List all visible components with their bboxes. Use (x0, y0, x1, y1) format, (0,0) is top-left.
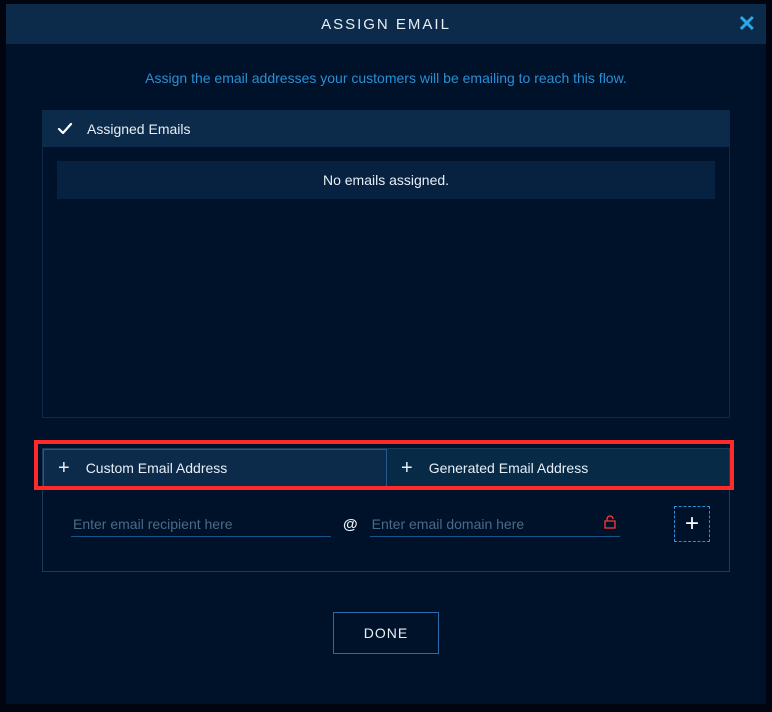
assigned-emails-panel: Assigned Emails No emails assigned. (42, 110, 730, 418)
tab-label: Generated Email Address (429, 460, 589, 476)
lock-icon (604, 515, 616, 533)
check-icon (57, 121, 73, 137)
tab-custom-email[interactable]: + Custom Email Address (43, 449, 387, 487)
assigned-emails-header: Assigned Emails (43, 111, 729, 147)
plus-icon: + (58, 458, 70, 478)
email-domain-input[interactable] (370, 512, 620, 537)
email-inputs-row: @ + (43, 487, 729, 571)
assign-email-dialog: ASSIGN EMAIL ✕ Assign the email addresse… (6, 4, 766, 704)
assigned-emails-body: No emails assigned. (43, 147, 729, 417)
empty-state: No emails assigned. (57, 161, 715, 199)
plus-icon: + (685, 510, 699, 538)
dialog-titlebar: ASSIGN EMAIL ✕ (6, 4, 766, 44)
assigned-emails-label: Assigned Emails (87, 121, 191, 137)
close-icon[interactable]: ✕ (738, 13, 756, 35)
done-button[interactable]: DONE (333, 612, 439, 654)
dialog-subtitle: Assign the email addresses your customer… (6, 70, 766, 86)
tabs-row: + Custom Email Address + Generated Email… (43, 449, 729, 487)
dialog-actions: DONE (6, 612, 766, 654)
dialog-title: ASSIGN EMAIL (321, 16, 451, 33)
email-recipient-input[interactable] (71, 512, 331, 537)
add-email-button[interactable]: + (675, 507, 709, 541)
at-symbol: @ (341, 516, 360, 533)
plus-icon: + (401, 458, 413, 478)
tab-generated-email[interactable]: + Generated Email Address (387, 449, 729, 487)
empty-state-text: No emails assigned. (323, 172, 449, 188)
email-entry-panel: + Custom Email Address + Generated Email… (42, 448, 730, 572)
tab-label: Custom Email Address (86, 460, 228, 476)
